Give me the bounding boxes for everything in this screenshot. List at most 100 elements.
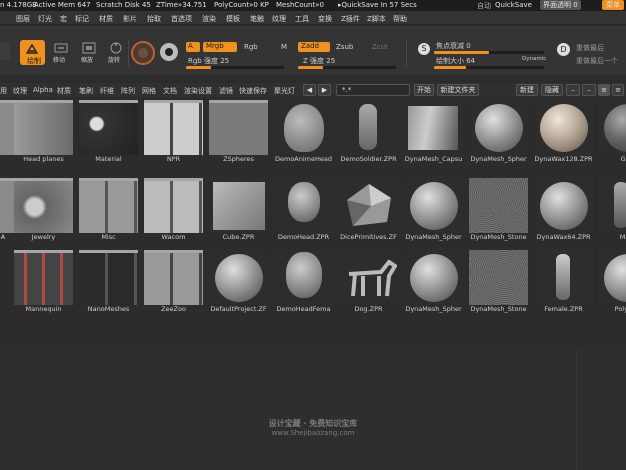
folder-tile[interactable]: Jewelry	[14, 178, 73, 241]
file-tile[interactable]: Cube.ZPR	[209, 178, 268, 241]
tab-document[interactable]: 文档	[163, 86, 177, 96]
menu-stroke[interactable]: 笔触	[250, 14, 264, 24]
tab-filter[interactable]: 滤镜	[219, 86, 233, 96]
menu-preferences[interactable]: 首选项	[171, 14, 192, 24]
menu-texture[interactable]: 纹理	[272, 14, 286, 24]
file-tile[interactable]: Female.ZPR	[534, 250, 593, 313]
file-tile[interactable]: DynaWax64.ZPR	[534, 178, 593, 241]
expand-view-button[interactable]: ≡	[612, 84, 624, 96]
draw-size-slider[interactable]	[434, 66, 544, 69]
next-arrow-button[interactable]: ▶	[318, 84, 331, 96]
file-tile[interactable]: DemoAnimeHead	[274, 100, 333, 163]
redo-last-one-button[interactable]: 重做最后一个	[576, 56, 618, 66]
tab-brush[interactable]: 笔刷	[79, 86, 93, 96]
menu-help[interactable]: 帮助	[393, 14, 407, 24]
focal-shift-slider[interactable]	[434, 51, 544, 54]
folder-tile[interactable]: Material	[79, 100, 138, 163]
alpha-toggle[interactable]: A	[186, 42, 200, 52]
tab-alpha[interactable]: Alpha	[33, 86, 53, 94]
menu-render[interactable]: 渲染	[202, 14, 216, 24]
prev-arrow-button[interactable]: ◀	[303, 84, 316, 96]
folder-tile[interactable]: Mannequin	[14, 250, 73, 313]
mrgb-toggle[interactable]: Mrgb	[203, 42, 237, 52]
list-view-button[interactable]: –	[566, 84, 580, 96]
file-tile[interactable]: DefaultProject.ZF	[209, 250, 268, 313]
file-tile[interactable]: DynaMesh_Spher	[404, 178, 463, 241]
menu-marker[interactable]: 标记	[75, 14, 89, 24]
folder-tile[interactable]: Misc	[79, 178, 138, 241]
file-tile[interactable]: PolySph	[598, 250, 626, 313]
file-tile[interactable]: DemoHeadFema	[274, 250, 333, 313]
folder-tile[interactable]: Wacom	[144, 178, 203, 241]
tab-spotlight[interactable]: 聚光灯	[274, 86, 295, 96]
file-tile[interactable]: Male	[598, 178, 626, 241]
zcut-toggle[interactable]: Zcut	[372, 43, 388, 51]
quicksave-button[interactable]: QuickSave	[495, 1, 532, 9]
tab-render-settings[interactable]: 渲染设置	[184, 86, 212, 96]
draw-button[interactable]: 绘制	[20, 40, 45, 65]
zadd-toggle[interactable]: Zadd	[298, 42, 330, 52]
tab-tools[interactable]: 用	[0, 86, 7, 96]
folder-tile[interactable]: ZSpheres	[209, 100, 268, 163]
file-tile[interactable]: DynaMesh_Spher	[469, 100, 528, 163]
menu-movie[interactable]: 影片	[123, 14, 137, 24]
file-tile[interactable]: DynaWax128.ZPR	[534, 100, 593, 163]
menu-zscript[interactable]: Z脚本	[367, 14, 386, 24]
file-tile[interactable]: DynaMesh_Capsu	[404, 100, 463, 163]
file-tile[interactable]: Grid	[598, 100, 626, 163]
detail-view-button[interactable]: –	[582, 84, 596, 96]
material-swatch[interactable]	[131, 41, 155, 65]
menu-layer[interactable]: 图层	[16, 14, 30, 24]
file-tile[interactable]: DemoSoldier.ZPR	[339, 100, 398, 163]
file-tile[interactable]: Dog.ZPR	[339, 250, 398, 313]
new-folder-button[interactable]: 新建文件夹	[437, 84, 479, 96]
color-swatch-icon	[163, 46, 175, 58]
open-button[interactable]: 开始	[414, 84, 434, 96]
file-tile[interactable]: DynaMesh_Stone	[469, 250, 528, 313]
menu-button[interactable]: 菜单	[602, 0, 624, 10]
tab-texture[interactable]: 纹理	[13, 86, 27, 96]
search-input[interactable]: *.*	[336, 84, 410, 96]
tab-mesh[interactable]: 网格	[142, 86, 156, 96]
dice-model	[347, 184, 391, 226]
folder-tile[interactable]: NPR	[144, 100, 203, 163]
transparency-slider[interactable]: 界面透明 0	[540, 0, 581, 10]
menu-material[interactable]: 材质	[99, 14, 113, 24]
redo-last-button[interactable]: 重做最后	[576, 43, 604, 53]
menu-stencil[interactable]: 模板	[226, 14, 240, 24]
menu-picker[interactable]: 拾取	[147, 14, 161, 24]
folder-tile[interactable]: Head planes	[14, 100, 73, 163]
z-intensity-slider[interactable]	[298, 66, 396, 69]
file-tile[interactable]: DemoHead.ZPR	[274, 178, 333, 241]
scale-button[interactable]: 缩放	[80, 42, 98, 64]
menu-transform[interactable]: 变换	[318, 14, 332, 24]
tile-thumbnail	[14, 178, 73, 233]
color-picker[interactable]	[160, 43, 178, 61]
rgb-intensity-slider[interactable]	[186, 66, 284, 69]
m-toggle[interactable]: M	[281, 43, 287, 51]
rotate-button[interactable]: 旋转	[107, 42, 125, 64]
folder-tile[interactable]: NanoMeshes	[79, 250, 138, 313]
tab-quicksave[interactable]: 快速保存	[239, 86, 267, 96]
grid-view-button[interactable]: ≡	[598, 84, 610, 96]
menu-macro[interactable]: 宏	[60, 14, 67, 24]
hide-button[interactable]: 隐藏	[541, 84, 563, 96]
d-size-icon[interactable]: D	[557, 43, 570, 56]
tab-array[interactable]: 阵列	[121, 86, 135, 96]
tab-fiber[interactable]: 纤维	[100, 86, 114, 96]
dynamic-toggle[interactable]: Dynamic	[522, 56, 546, 62]
new-button[interactable]: 新建	[516, 84, 538, 96]
menu-zplugin[interactable]: Z插件	[341, 14, 360, 24]
file-tile[interactable]: DynaMesh_Stone	[469, 178, 528, 241]
zsub-toggle[interactable]: Zsub	[336, 43, 353, 51]
s-size-icon[interactable]: S	[418, 43, 430, 55]
menu-tool[interactable]: 工具	[295, 14, 309, 24]
tab-material[interactable]: 材质	[57, 86, 71, 96]
male-model	[614, 182, 626, 228]
file-tile[interactable]: DicePrimitives.ZF	[339, 178, 398, 241]
folder-tile[interactable]: ZeeZoo	[144, 250, 203, 313]
menu-light[interactable]: 灯光	[38, 14, 52, 24]
move-button[interactable]: 移动	[52, 42, 70, 64]
file-tile[interactable]: DynaMesh_Spher	[404, 250, 463, 313]
rgb-toggle[interactable]: Rgb	[244, 43, 258, 51]
